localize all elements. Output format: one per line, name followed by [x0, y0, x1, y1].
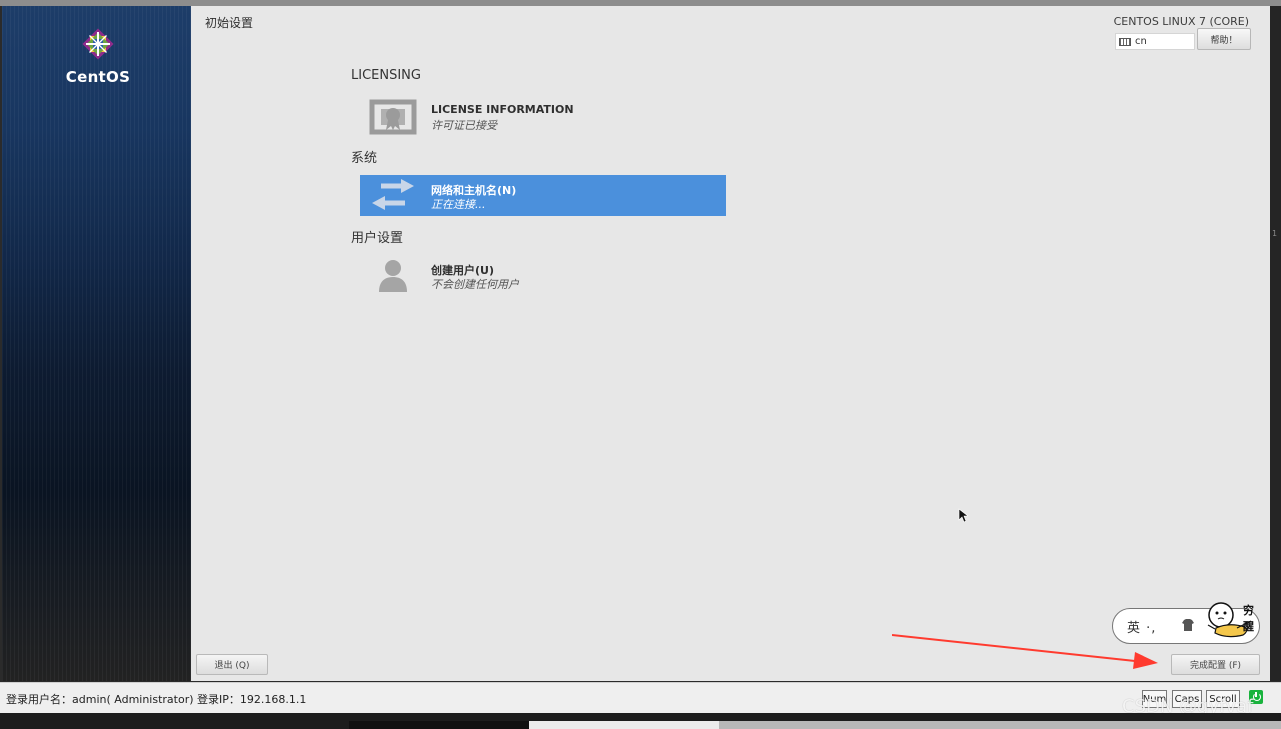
licensing-section-title: LICENSING [351, 68, 421, 83]
brand-text: CentOS [65, 68, 131, 86]
create-user-spoke[interactable]: 创建用户(U) 不会创建任何用户 [360, 255, 726, 296]
user-icon [379, 260, 407, 292]
right-gap [1270, 6, 1281, 681]
bottom-strip-segment-gray [719, 721, 1281, 729]
license-title: LICENSE INFORMATION [431, 103, 574, 116]
centos-logo: CentOS [58, 28, 138, 86]
centos-logo-icon [82, 28, 114, 60]
user-settings-section-title: 用户设置 [351, 231, 404, 246]
bottom-strip-segment-light [529, 721, 719, 729]
license-information-spoke[interactable]: LICENSE INFORMATION 许可证已接受 [360, 96, 726, 137]
network-status: 正在连接... [431, 198, 486, 211]
login-status-text: 登录用户名：admin( Administrator) 登录IP：192.168… [6, 693, 307, 706]
network-hostname-spoke[interactable]: 网络和主机名(N) 正在连接... [360, 175, 726, 216]
quit-button-label: 退出 (Q) [214, 661, 250, 671]
quit-button[interactable]: 退出 (Q) [196, 654, 268, 675]
main-panel: 初始设置 CENTOS LINUX 7 (CORE) cn 帮助！ LICENS… [191, 6, 1270, 681]
network-arrows-icon [372, 179, 414, 210]
remote-status-bar: 登录用户名：admin( Administrator) 登录IP：192.168… [0, 682, 1281, 713]
keyboard-layout-label: cn [1135, 36, 1147, 47]
os-title: CENTOS LINUX 7 (CORE) [1113, 15, 1249, 28]
shirt-icon [1182, 619, 1194, 631]
create-user-status: 不会创建任何用户 [431, 278, 519, 291]
license-status: 许可证已接受 [431, 119, 497, 132]
help-button-label: 帮助！ [1210, 35, 1238, 46]
mouse-cursor-icon [958, 508, 968, 523]
system-section-title: 系统 [351, 151, 378, 166]
bottom-strip [0, 713, 1281, 729]
license-icon [369, 99, 417, 135]
ime-label: 穷醒 [1243, 604, 1254, 633]
help-button[interactable]: 帮助！ [1197, 28, 1251, 50]
screen-frame: CentOS 初始设置 CENTOS LINUX 7 (CORE) cn 帮助！… [0, 0, 1281, 729]
keyboard-icon [1119, 37, 1131, 46]
finish-configuration-button[interactable]: 完成配置 (F) [1171, 654, 1260, 675]
keyboard-layout-indicator[interactable]: cn [1115, 33, 1195, 50]
red-annotation-arrow [892, 634, 1158, 669]
sidebar: CentOS [2, 6, 191, 681]
side-fragment-text: 1 [1272, 229, 1278, 238]
finish-configuration-label: 完成配置 (F) [1189, 661, 1242, 671]
page-title: 初始设置 [205, 16, 254, 30]
bottom-strip-segment-dark [349, 721, 529, 729]
